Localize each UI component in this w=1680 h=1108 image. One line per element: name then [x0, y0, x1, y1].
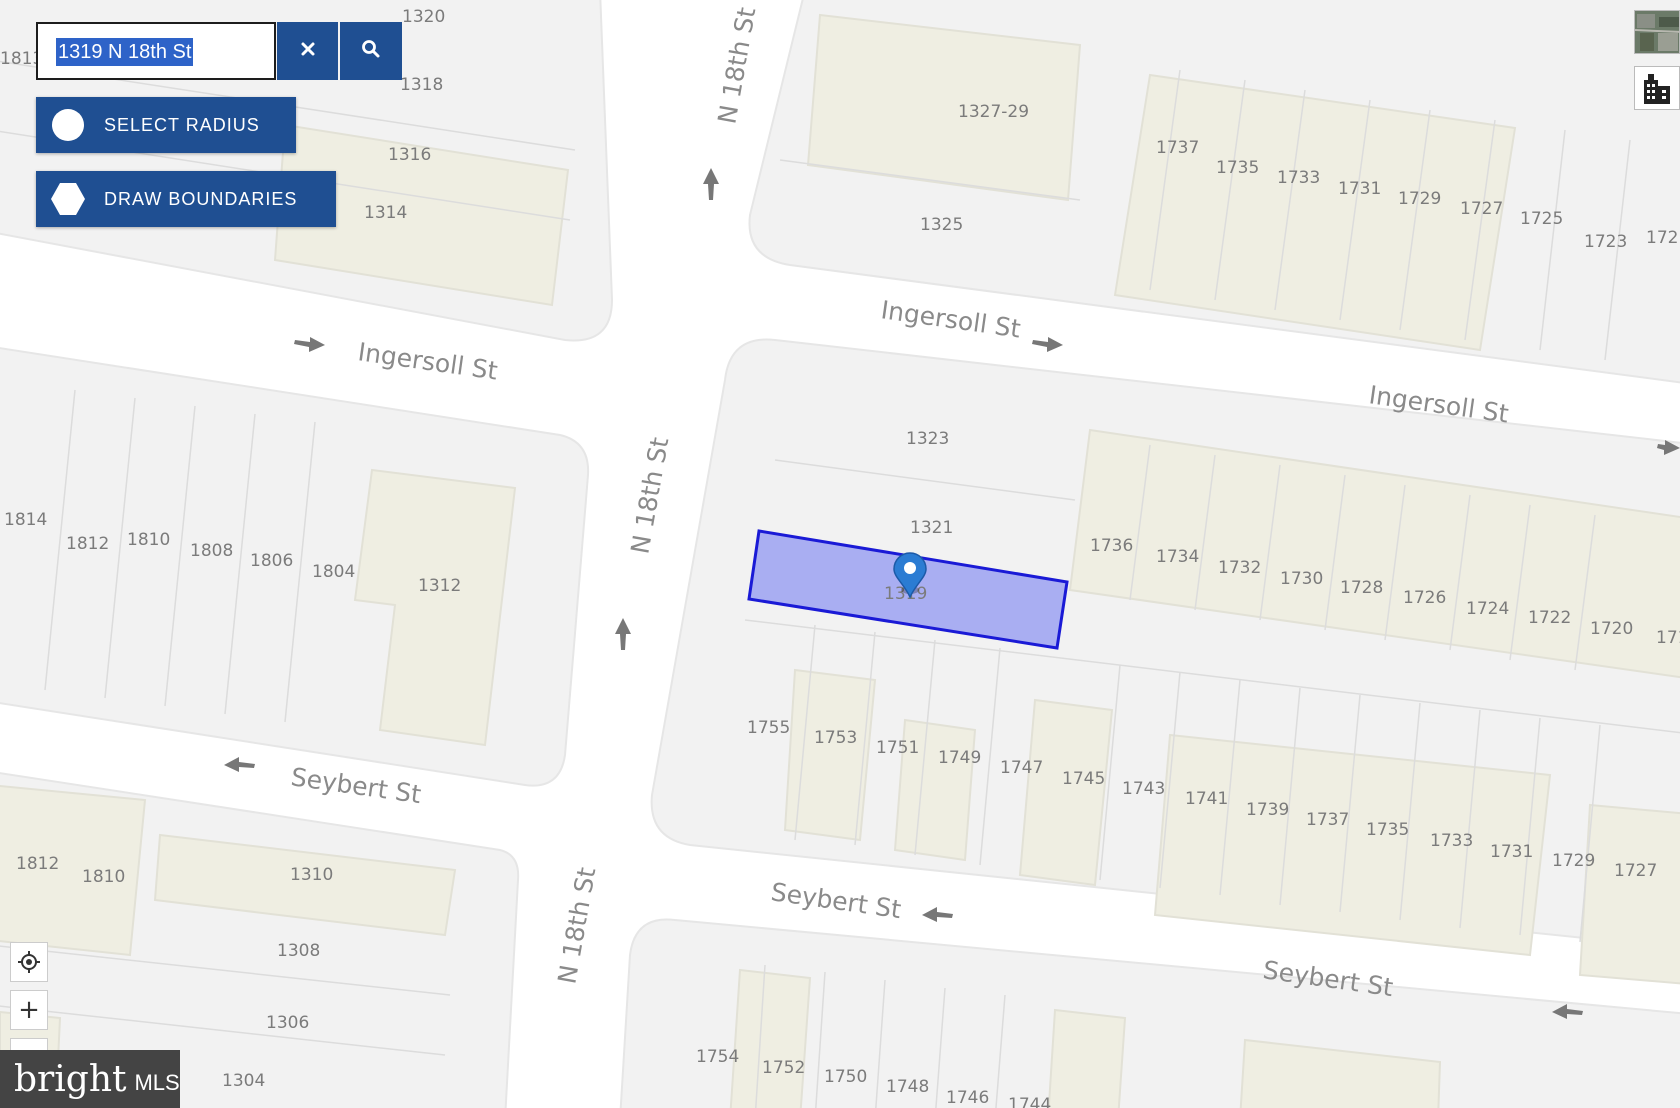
- lot-number: 1735: [1216, 158, 1259, 178]
- lot-number: 1316: [388, 145, 431, 165]
- lot-number: 1739: [1246, 800, 1289, 820]
- lot-number: 1727: [1460, 199, 1503, 219]
- lot-number: 1314: [364, 203, 407, 223]
- lot-number: 1812: [16, 854, 59, 874]
- building: [1578, 803, 1680, 985]
- lot-number: 1737: [1306, 810, 1349, 830]
- lot-number: 1321: [910, 518, 953, 538]
- search-field[interactable]: 1319 N 18th St: [36, 22, 276, 80]
- lot-number: 1810: [82, 867, 125, 887]
- lot-number: 1320: [402, 7, 445, 27]
- lot-number: 1734: [1156, 547, 1199, 567]
- lot-number: 1749: [938, 748, 981, 768]
- lot-number: 1720: [1590, 619, 1633, 639]
- lot-number: 1808: [190, 541, 233, 561]
- lot-number: 1327-29: [958, 102, 1029, 122]
- lot-number: 1323: [906, 429, 949, 449]
- lot-number: 1306: [266, 1013, 309, 1033]
- lot-number: 1806: [250, 551, 293, 571]
- zoom-in-button[interactable]: +: [10, 990, 48, 1030]
- lot-number: 171: [1656, 628, 1680, 648]
- clear-button[interactable]: [277, 22, 338, 80]
- lot-number: 1747: [1000, 758, 1043, 778]
- lot-number: 1810: [127, 530, 170, 550]
- lot-number: 1744: [1008, 1095, 1051, 1108]
- search-icon: [361, 39, 381, 64]
- close-icon: [300, 41, 316, 62]
- circle-icon: [50, 107, 86, 143]
- lot-number: 1733: [1430, 831, 1473, 851]
- lot-number: 1741: [1185, 789, 1228, 809]
- lot-number: 1748: [886, 1077, 929, 1097]
- lot-number: 1724: [1466, 599, 1509, 619]
- lot-number: 1745: [1062, 769, 1105, 789]
- logo-suffix: MLS: [134, 1070, 180, 1095]
- bright-mls-logo: bright MLS: [0, 1050, 180, 1108]
- lot-number: 1731: [1490, 842, 1533, 862]
- lot-number: 1318: [400, 75, 443, 95]
- building: [1018, 698, 1114, 887]
- building-layer-button[interactable]: [1634, 66, 1680, 110]
- lot-number: 1310: [290, 865, 333, 885]
- search-input-selected-text: 1319 N 18th St: [56, 38, 194, 66]
- lot-number: 1814: [4, 510, 47, 530]
- select-radius-label: SELECT RADIUS: [104, 114, 260, 135]
- lot-number: 1750: [824, 1067, 867, 1087]
- satellite-layer-button[interactable]: [1634, 10, 1680, 54]
- lot-number: 1746: [946, 1088, 989, 1108]
- lot-number: 1752: [762, 1058, 805, 1078]
- lot-number: 1304: [222, 1071, 265, 1091]
- lot-number: 1732: [1218, 558, 1261, 578]
- lot-number: 1721: [1646, 228, 1680, 248]
- draw-boundaries-button[interactable]: DRAW BOUNDARIES: [36, 171, 336, 227]
- logo-brand: bright: [14, 1058, 127, 1100]
- lot-number: 1735: [1366, 820, 1409, 840]
- building: [729, 968, 812, 1108]
- hexagon-icon: [50, 181, 86, 217]
- lot-number: 1723: [1584, 232, 1627, 252]
- lot-number: 1755: [747, 718, 790, 738]
- lot-number: 1728: [1340, 578, 1383, 598]
- building: [783, 668, 877, 842]
- lot-number: 1743: [1122, 779, 1165, 799]
- lot-number: 1729: [1552, 851, 1595, 871]
- search-button[interactable]: [340, 22, 402, 80]
- lot-number: 1751: [876, 738, 919, 758]
- building-layer-icon: [1644, 74, 1670, 104]
- lot-number: 1722: [1528, 608, 1571, 628]
- lot-number: 1754: [696, 1047, 739, 1067]
- lot-number: 1737: [1156, 138, 1199, 158]
- plus-icon: +: [18, 995, 40, 1025]
- map-canvas[interactable]: N 18th St N 18th St N 18th St Ingersoll …: [0, 0, 1680, 1108]
- lot-number: 1725: [1520, 209, 1563, 229]
- lot-number: 1733: [1277, 168, 1320, 188]
- draw-boundaries-label: DRAW BOUNDARIES: [104, 188, 298, 209]
- select-radius-button[interactable]: SELECT RADIUS: [36, 97, 296, 153]
- lot-number: 1729: [1398, 189, 1441, 209]
- lot-number: 1730: [1280, 569, 1323, 589]
- lot-number: 1312: [418, 576, 461, 596]
- lot-number: 1736: [1090, 536, 1133, 556]
- lot-number: 1726: [1403, 588, 1446, 608]
- crosshair-icon: [18, 951, 40, 973]
- lot-number: 1812: [66, 534, 109, 554]
- lot-number: 1753: [814, 728, 857, 748]
- lot-number: 1308: [277, 941, 320, 961]
- lot-number: 1731: [1338, 179, 1381, 199]
- satellite-layer-icon: [1635, 11, 1679, 53]
- lot-number: 1727: [1614, 861, 1657, 881]
- lot-number: 1325: [920, 215, 963, 235]
- locate-button[interactable]: [10, 942, 48, 982]
- building: [1047, 1008, 1127, 1108]
- lot-number: 1804: [312, 562, 355, 582]
